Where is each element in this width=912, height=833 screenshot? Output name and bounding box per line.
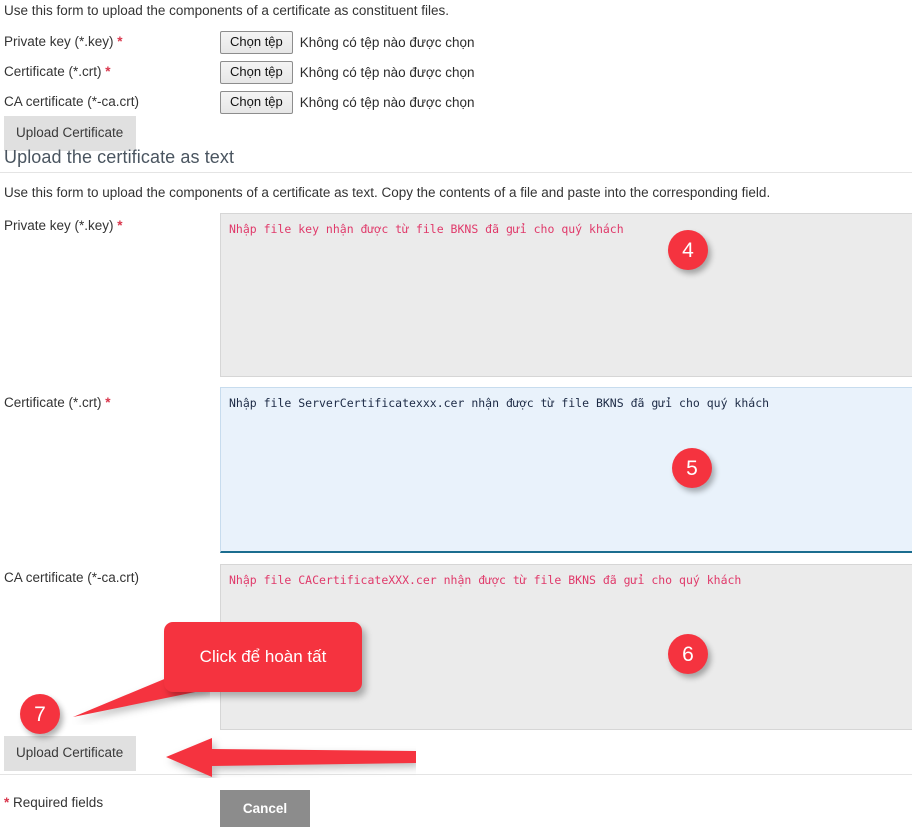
required-fields-note-text: Required fields [9,795,104,810]
label-private-key-text-value: Private key (*.key) [4,218,114,233]
footer-divider [0,774,912,775]
cancel-button[interactable]: Cancel [220,790,310,827]
required-asterisk: * [105,64,111,79]
private-key-textarea[interactable] [220,213,912,377]
required-asterisk: * [117,218,123,233]
certificate-upload-page: Use this form to upload the components o… [0,0,912,833]
choose-file-button-private-key[interactable]: Chọn tệp [220,31,293,54]
label-private-key-file-text: Private key (*.key) [4,34,114,49]
text-upload-intro-text: Use this form to upload the components o… [4,185,771,200]
label-certificate-text-value: Certificate (*.crt) [4,395,102,410]
file-row-private-key: Chọn tệp Không có tệp nào được chọn [220,31,475,54]
file-upload-intro-text: Use this form to upload the components o… [4,3,449,18]
heading-divider [0,172,912,173]
required-asterisk: * [105,395,111,410]
file-status-ca-certificate: Không có tệp nào được chọn [299,95,475,110]
label-ca-certificate-file-text: CA certificate (*-ca.crt) [4,94,140,109]
file-status-certificate: Không có tệp nào được chọn [299,65,475,80]
certificate-textarea[interactable] [220,387,912,553]
label-private-key-file: Private key (*.key) * [4,34,123,49]
label-certificate-text: Certificate (*.crt) * [4,395,111,410]
label-certificate-file-text: Certificate (*.crt) [4,64,102,79]
required-asterisk: * [117,34,123,49]
upload-certificate-files-button[interactable]: Upload Certificate [4,116,136,151]
ca-certificate-textarea[interactable] [220,564,912,730]
file-row-certificate: Chọn tệp Không có tệp nào được chọn [220,61,475,84]
label-ca-certificate-file: CA certificate (*-ca.crt) [4,94,139,109]
label-private-key-text: Private key (*.key) * [4,218,123,233]
page-section-heading: Upload the certificate as text [4,147,235,167]
file-row-ca-certificate: Chọn tệp Không có tệp nào được chọn [220,91,475,114]
choose-file-button-certificate[interactable]: Chọn tệp [220,61,293,84]
file-status-private-key: Không có tệp nào được chọn [299,35,475,50]
label-certificate-file: Certificate (*.crt) * [4,64,111,79]
choose-file-button-ca-certificate[interactable]: Chọn tệp [220,91,293,114]
required-fields-note: * Required fields [4,795,103,810]
label-ca-certificate-text-value: CA certificate (*-ca.crt) [4,570,140,585]
label-ca-certificate-text: CA certificate (*-ca.crt) [4,570,139,585]
upload-certificate-text-button[interactable]: Upload Certificate [4,736,136,771]
